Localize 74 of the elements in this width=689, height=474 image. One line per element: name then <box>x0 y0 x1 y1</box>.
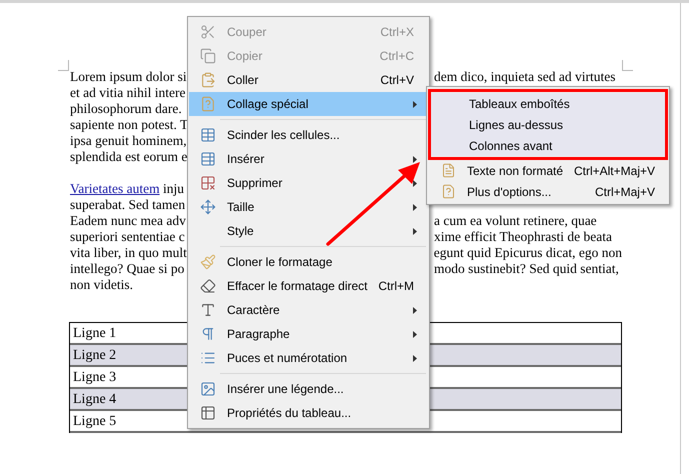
menu-item[interactable]: Insérer une légende... <box>189 377 428 401</box>
shortcut-label: Ctrl+Maj+V <box>594 184 655 200</box>
brush-icon <box>200 254 216 270</box>
menu-item[interactable]: Lignes au-dessus <box>431 114 665 135</box>
text-line: vita liber, in quo mult <box>70 245 187 261</box>
text-line: modo sustinebit? Sed quid sentiat, <box>434 261 619 277</box>
text-line: Lorem ipsum dolor si <box>70 69 187 85</box>
link[interactable]: Varietates autem <box>70 181 160 197</box>
table-icon <box>200 405 216 421</box>
submenu-arrow-icon <box>413 156 417 162</box>
text-line: splendida est eorum e <box>70 149 188 165</box>
image-icon <box>200 381 216 397</box>
table-cell-text: Ligne 2 <box>73 346 116 364</box>
corner-mark <box>622 60 633 71</box>
text-line: superabat. Sed tamen <box>70 197 186 213</box>
shortcut-label: Ctrl+X <box>380 24 414 41</box>
clipboard-icon <box>200 72 216 88</box>
eraser-icon <box>200 278 216 294</box>
submenu-arrow-icon <box>413 204 417 210</box>
menu-item[interactable]: Collage spécial <box>189 92 428 116</box>
menu-item[interactable]: Coller Ctrl+V <box>189 68 428 92</box>
menu-item[interactable]: Scinder les cellules... <box>189 123 428 147</box>
text-line: et ad vitia nihil intere <box>70 85 186 101</box>
text-line: superiori sententiae c <box>70 229 185 245</box>
text-line: Eadem nunc mea adv <box>70 213 186 229</box>
table-insert-icon <box>200 151 216 167</box>
menu-item[interactable]: Puces et numérotation <box>189 346 428 370</box>
submenu-arrow-icon <box>413 354 417 362</box>
submenu-arrow-icon <box>413 330 417 338</box>
menu-item[interactable]: Colonnes avant <box>431 135 665 156</box>
table-cell-text: Ligne 4 <box>73 390 116 408</box>
menu-item[interactable]: Propriétés du tableau... <box>189 401 428 425</box>
corner-mark <box>58 60 69 71</box>
menu-item[interactable]: Taille <box>189 195 428 219</box>
text-line: a cum ea volunt retinere, quae <box>434 213 597 229</box>
menu-item[interactable]: Texte non formaté Ctrl+Alt+Maj+V <box>429 160 667 181</box>
submenu-arrow-icon <box>413 228 417 234</box>
menu-item[interactable]: Paragraphe <box>189 322 428 346</box>
table-icon <box>200 127 216 143</box>
shortcut-label: Ctrl+V <box>380 72 414 89</box>
copy-icon <box>200 48 216 64</box>
scissors-icon <box>200 24 216 40</box>
text-line: intellego? Quae si po <box>70 261 184 277</box>
shortcut-label: Ctrl+M <box>378 278 414 295</box>
menu-item[interactable]: Plus d'options... Ctrl+Maj+V <box>429 181 667 202</box>
submenu-arrow-icon <box>413 100 417 108</box>
shortcut-label: Ctrl+Alt+Maj+V <box>574 162 655 180</box>
menu-item[interactable]: Effacer le formatage direct Ctrl+M <box>189 274 428 298</box>
submenu-arrow-icon <box>413 180 417 186</box>
table-cell-text: Ligne 1 <box>73 324 116 342</box>
letter-icon <box>200 302 216 318</box>
pilcrow-icon <box>200 326 216 342</box>
text-line: philosophorum dare. <box>70 101 182 117</box>
table-cell-text: Ligne 5 <box>73 412 116 430</box>
table-delete-icon <box>200 175 216 191</box>
menu-item[interactable]: Tableaux emboîtés <box>431 93 665 114</box>
clipboard-question-icon <box>200 96 216 112</box>
menu-item[interactable]: Cloner le formatage <box>189 250 428 274</box>
menu-item[interactable]: Caractère <box>189 298 428 322</box>
text-line: non videtis. <box>70 277 133 293</box>
shortcut-label: Ctrl+C <box>380 48 414 65</box>
text-line: inju <box>162 181 184 197</box>
text-line: dem dico, inquieta sed ad virtutes <box>434 69 616 85</box>
resize-icon <box>200 199 216 215</box>
text-line: egunt quid Epicurus dicat, ego non <box>434 245 622 261</box>
menu-item[interactable]: Supprimer <box>189 171 428 195</box>
submenu-arrow-icon <box>413 306 417 314</box>
clipboard-question-icon <box>440 184 456 199</box>
text-line: xime efficit Theophrasti de beata <box>434 229 612 245</box>
menu-item[interactable]: Style <box>189 219 428 243</box>
menu-item[interactable]: Insérer <box>189 147 428 171</box>
document-icon <box>440 163 456 178</box>
text-line: ipsa genuit hominem, <box>70 133 187 149</box>
table-cell-text: Ligne 3 <box>73 368 116 386</box>
